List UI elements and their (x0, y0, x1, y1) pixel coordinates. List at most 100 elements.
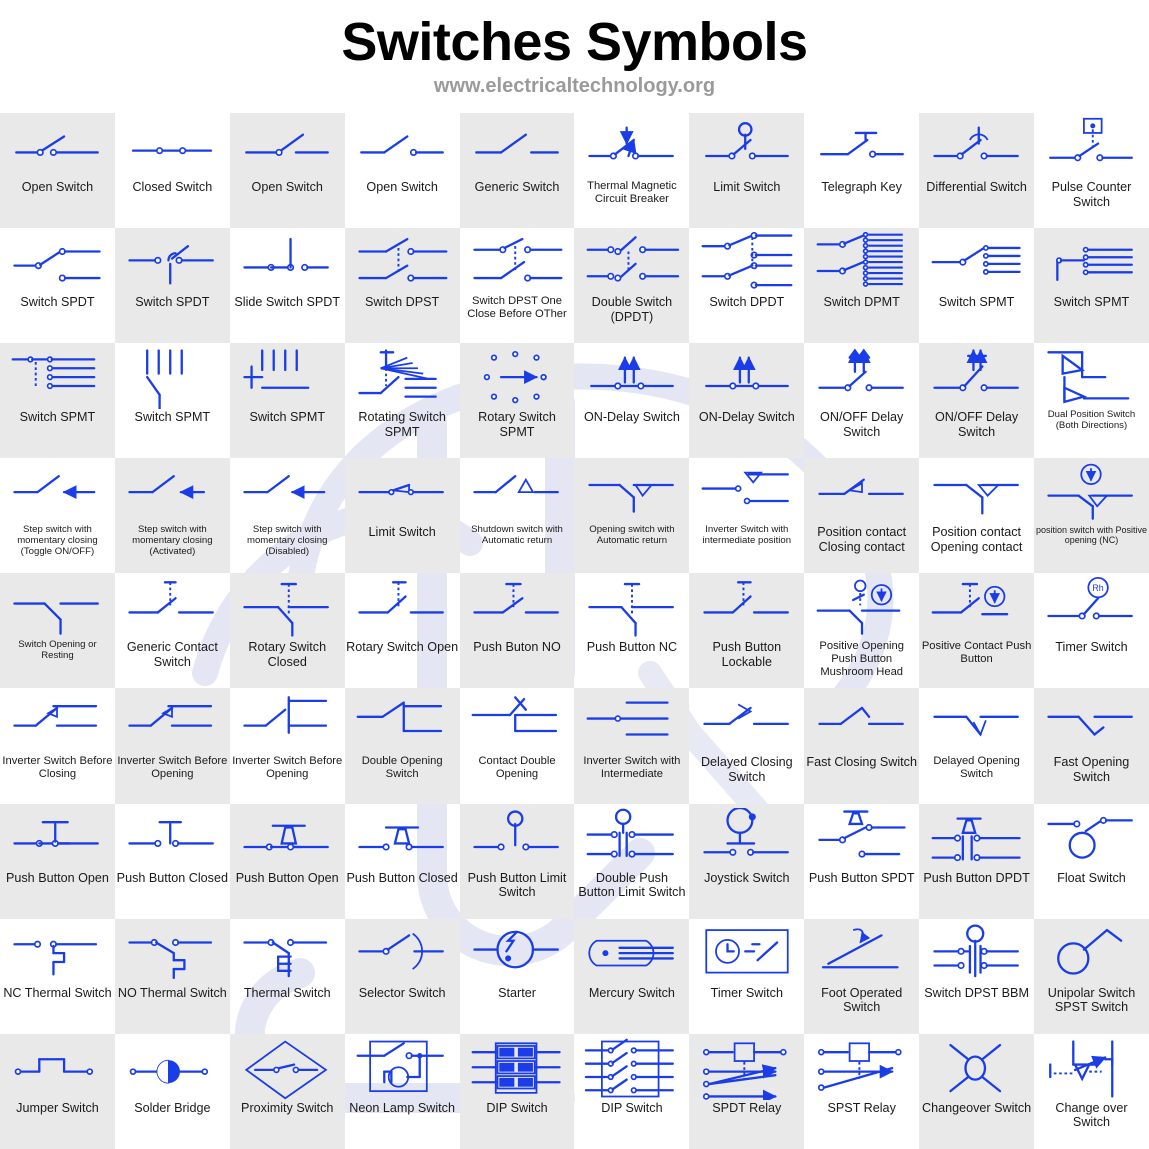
symbol-cell: Timer Switch (689, 919, 804, 1034)
symbol-cell: Proximity Switch (229, 1033, 345, 1149)
symbol-label: DIP Switch (601, 1100, 663, 1115)
rotary-switch-open-symbol (358, 581, 445, 614)
symbol-cell: SPDT Relay (689, 1033, 805, 1149)
symbol-cell: Neon Lamp Switch (345, 1034, 460, 1149)
limit-switch-2-symbol (358, 484, 445, 496)
symbol-label: Thermal Magnetic Circuit Breaker (587, 180, 677, 205)
page-title: Switches Symbols (341, 12, 808, 72)
symbol-label: Inverter Switch with intermediate positi… (702, 524, 792, 547)
generic-contact-switch-symbol (128, 581, 215, 614)
on-delay-switch-2-symbol (704, 356, 789, 390)
jumper-switch-symbol (15, 1057, 94, 1075)
symbol-cell: Changeover Switch (919, 1033, 1035, 1149)
symbol-cell: Switch SPMT (229, 343, 345, 459)
push-button-nc-symbol (588, 583, 674, 637)
symbol-label: Inverter Switch Before Opening (232, 755, 343, 781)
proximity-switch-symbol (244, 1040, 328, 1100)
symbol-cell: Switch SPMT (115, 343, 230, 458)
fast-closing-switch-symbol (818, 707, 904, 726)
symbol-cell: Fast Opening Switch (1034, 688, 1149, 804)
symbol-cell: Inverter Switch Before Closing (0, 688, 115, 803)
symbol-label: Double Switch (DPDT) (591, 295, 673, 324)
symbol-label: Solder Bridge (134, 1100, 211, 1115)
symbol-label: ON/OFF Delay Switch (934, 410, 1019, 439)
changeover-switch-symbol (948, 1043, 1001, 1093)
symbol-label: ON-Delay Switch (583, 410, 680, 425)
symbol-cell: Rotary Switch SPMT (459, 343, 575, 459)
symbol-label: Step switch with momentary closing (Disa… (246, 524, 328, 558)
position-switch-positive-opening-symbol (1047, 464, 1134, 521)
symbol-label: Push Button Open (5, 870, 109, 885)
symbol-label: Opening switch with Automatic return (589, 524, 675, 547)
symbol-cell: ON/OFF Delay Switch (804, 343, 919, 458)
symbol-label: Switch SPMT (19, 410, 96, 425)
symbol-label: Telegraph Key (821, 180, 902, 194)
symbol-cell: Rotary Switch Closed (229, 573, 345, 689)
switch-spdt-symbol (13, 247, 102, 282)
push-button-dpdt-symbol (931, 817, 1021, 861)
timer-switch-clock-symbol (705, 928, 789, 974)
symbol-label: Switch DPMT (823, 295, 900, 310)
symbol-cell: Mercury Switch (574, 918, 690, 1034)
foot-operated-switch-symbol (821, 928, 899, 969)
symbol-cell: Positive Opening Push Button Mushroom He… (804, 573, 919, 688)
symbol-cell: ON/OFF Delay Switch (919, 343, 1035, 459)
symbol-label: Unipolar Switch SPST Switch (1047, 985, 1136, 1015)
differential-switch-symbol (932, 126, 1019, 160)
symbol-cell: Generic Switch (459, 113, 575, 229)
unipolar-switch-spst-symbol (1057, 928, 1123, 975)
symbol-cell: Switch SPMT (0, 343, 115, 459)
symbol-cell: Rotary Switch Open (345, 573, 460, 688)
slide-switch-spdt-symbol (243, 238, 330, 272)
switch-dpst-bbm-symbol (932, 924, 1019, 977)
symbol-label: Float Switch (1057, 870, 1126, 885)
symbol-cell: Position contact Closing contact (804, 458, 920, 574)
dual-position-switch-symbol (1047, 351, 1130, 404)
pulse-counter-switch-symbol (1049, 117, 1134, 162)
symbol-cell: ON-Delay Switch (689, 343, 805, 459)
symbol-label: DIP Switch (486, 1100, 548, 1115)
open-switch-3-symbol (360, 135, 445, 157)
telegraph-key-symbol (819, 131, 904, 158)
symbols-grid: Open Switch Closed Switch Open Switch Open … (0, 113, 1149, 1149)
symbol-cell: DIP Switch (459, 1033, 575, 1149)
solder-bridge-symbol (130, 1059, 209, 1084)
position-contact-opening-symbol (932, 484, 1019, 515)
symbol-label: Push Button Lockable (712, 640, 782, 670)
switch-spmt-4-symbol (146, 349, 184, 410)
symbol-label: Rotating Switch SPMT (358, 410, 446, 439)
symbol-cell: Push Buton NO (459, 573, 575, 689)
symbol-label: Mercury Switch (588, 985, 675, 1000)
symbol-label: Inverter Switch with Intermediate (583, 755, 681, 781)
step-switch-disabled-symbol (243, 475, 326, 500)
symbol-cell: Jumper Switch (0, 1033, 115, 1149)
symbol-label: Generic Contact Switch (126, 640, 218, 670)
symbol-label: Starter (498, 985, 536, 1000)
symbol-cell: Generic Contact Switch (115, 573, 230, 688)
symbol-label: Timer Switch (710, 985, 783, 1000)
symbol-label: SPDT Relay (712, 1100, 782, 1115)
push-button-open-symbol (13, 820, 100, 847)
symbol-label: Shutdown switch with Automatic return (471, 524, 563, 547)
symbol-label: Push Button Closed (346, 870, 458, 885)
spdt-relay-symbol (702, 1042, 787, 1100)
symbol-label: Rotary Switch Closed (248, 640, 327, 670)
symbol-label: Push Buton NO (473, 640, 561, 655)
change-over-switch-symbol (1049, 1040, 1114, 1098)
symbol-label: Open Switch (251, 180, 323, 194)
symbol-cell: Thermal Switch (230, 919, 345, 1034)
symbol-cell: Switch DPMT (804, 228, 920, 344)
switch-spmt-5-symbol (243, 349, 310, 390)
symbol-label: NC Thermal Switch (3, 985, 112, 1000)
symbol-label: Switch Opening or Resting (18, 639, 97, 662)
timer-switch-rh-symbol: Rh (1047, 577, 1134, 620)
open-switch-symbol (15, 135, 100, 157)
symbol-cell: Slide Switch SPDT (230, 228, 345, 343)
opening-switch-automatic-return-symbol (588, 484, 674, 514)
switch-spmt-symbol (931, 245, 1021, 275)
symbol-cell: Step switch with momentary closing (Acti… (114, 458, 230, 574)
switch-opening-or-resting-symbol (13, 602, 100, 636)
symbol-label: Switch DPST (365, 295, 440, 310)
symbol-cell: Inverter Switch with Intermediate (574, 688, 690, 804)
delayed-opening-switch-symbol (932, 716, 1019, 738)
